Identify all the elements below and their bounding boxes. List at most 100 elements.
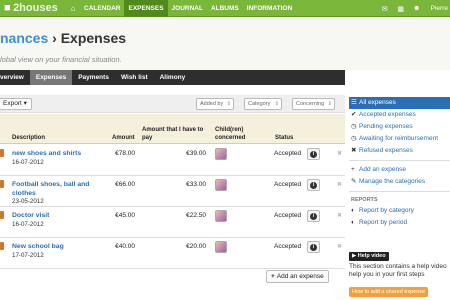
expense-share: €33.00: [186, 181, 206, 188]
row-marker-icon: [0, 242, 4, 250]
info-icon: i: [310, 181, 317, 189]
help-video-badge: ▶ Help video: [349, 252, 389, 261]
expense-amount: €78.00: [115, 150, 135, 157]
grid-icon[interactable]: ▦: [393, 5, 409, 13]
help-video-button[interactable]: How to add a shared expense: [349, 287, 429, 297]
status-text: Accepted: [274, 212, 302, 219]
expense-amount: €45.00: [115, 212, 135, 219]
child-avatar: [215, 148, 227, 160]
added-by-select[interactable]: Added by ⇕: [196, 98, 234, 110]
list-icon: ☰: [351, 99, 357, 106]
row-marker-icon: [0, 211, 4, 219]
sidebar-divider: [349, 191, 450, 192]
table-header: Description Amount Amount that I have to…: [0, 114, 345, 144]
expense-link[interactable]: new shoes and shirts: [12, 149, 107, 158]
breadcrumb-finances[interactable]: nances: [0, 30, 48, 46]
col-amount-to-pay: Amount that I have to pay: [142, 127, 204, 141]
expense-link[interactable]: Doctor visit: [12, 211, 107, 220]
clock-icon: ◷: [351, 135, 357, 142]
mail-icon[interactable]: ✉: [377, 5, 393, 13]
expense-date: 16-07-2012: [12, 221, 44, 228]
user-icon[interactable]: ☻: [409, 5, 425, 12]
sidebar-item-report-category[interactable]: ◐ Report by category: [349, 205, 450, 217]
table-row[interactable]: New school bag 17-07-2012 €40.00 €20.00 …: [0, 238, 345, 269]
tab-payments[interactable]: Payments: [72, 70, 115, 85]
tab-overview[interactable]: verview: [0, 70, 30, 85]
child-avatar: [215, 179, 227, 191]
delete-icon[interactable]: ✖: [337, 181, 342, 188]
row-marker-icon: [0, 149, 4, 157]
info-icon: i: [310, 212, 317, 220]
col-status: Status: [275, 135, 294, 141]
nav-information[interactable]: INFORMATION: [243, 0, 296, 17]
check-icon: ✔: [351, 111, 357, 118]
plus-icon: +: [351, 166, 355, 173]
sidebar-item-report-period[interactable]: ◐ Report by period: [349, 217, 450, 229]
col-children: Child(ren) concerned: [215, 127, 246, 141]
sidebar-item-pending[interactable]: ◷ Pending expenses: [349, 121, 450, 133]
nav-albums[interactable]: ALBUMS: [207, 0, 243, 17]
sidebar: ☰ All expenses ✔ Accepted expenses ◷ Pendin…: [349, 97, 450, 229]
sidebar-item-all-expenses[interactable]: ☰ All expenses: [349, 97, 450, 109]
sidebar-item-add-expense[interactable]: + Add an expense: [349, 164, 450, 176]
info-icon: i: [310, 243, 317, 251]
table-row[interactable]: Football shoes, ball and clothes 23-05-2…: [0, 176, 345, 207]
expense-link[interactable]: New school bag: [12, 242, 107, 251]
filter-bar: Export ▾ Added by ⇕ Category ⇕ Concerning ⇕: [0, 95, 345, 113]
tab-alimony[interactable]: Alimony: [154, 70, 192, 85]
delete-icon[interactable]: ✖: [337, 243, 342, 250]
tab-expenses[interactable]: Expenses: [29, 70, 73, 85]
chart-icon: ◐: [351, 207, 355, 214]
export-button[interactable]: Export ▾: [0, 98, 32, 110]
expense-share: €20.00: [186, 243, 206, 250]
sidebar-item-awaiting[interactable]: ◷ Awaiting for reimbursement: [349, 133, 450, 145]
status-text: Accepted: [274, 181, 302, 188]
info-button[interactable]: i: [307, 179, 320, 191]
page-header: nances › Expenses lobal view on your fin…: [0, 18, 450, 70]
delete-icon[interactable]: ✖: [337, 150, 342, 157]
main-nav: ⌂ CALENDAR EXPENSES JOURNAL ALBUMS INFOR…: [66, 0, 296, 17]
home-icon[interactable]: ⌂: [66, 0, 80, 17]
select-arrows-icon: ⇕: [226, 101, 231, 107]
col-description: Description: [12, 135, 46, 141]
expense-amount: €66.00: [115, 181, 135, 188]
child-avatar: [215, 210, 227, 222]
user-name[interactable]: Pierre: [431, 5, 450, 12]
sidebar-divider: [349, 160, 450, 161]
nav-journal[interactable]: JOURNAL: [168, 0, 207, 17]
status-text: Accepted: [274, 150, 302, 157]
title-text: Expenses: [60, 30, 127, 46]
status-text: Accepted: [274, 243, 302, 250]
expense-share: €22.50: [186, 212, 206, 219]
concerning-select[interactable]: Concerning ⇕: [292, 98, 335, 110]
video-icon: ▶: [352, 253, 357, 259]
sidebar-item-refused[interactable]: ✖ Refused expenses: [349, 145, 450, 157]
reports-heading: REPORTS: [351, 197, 378, 203]
nav-calendar[interactable]: CALENDAR: [80, 0, 124, 17]
clock-icon: ◷: [351, 123, 357, 130]
tab-wish-list[interactable]: Wish list: [115, 70, 154, 85]
select-arrows-icon: ⇕: [274, 101, 279, 107]
info-icon: i: [310, 150, 317, 158]
info-button[interactable]: i: [307, 210, 320, 222]
category-select[interactable]: Category ⇕: [244, 98, 282, 110]
add-expense-button[interactable]: + Add an expense: [266, 270, 329, 283]
app-logo[interactable]: ■ 2houses: [4, 2, 60, 14]
info-button[interactable]: i: [307, 148, 320, 160]
sidebar-item-manage-categories[interactable]: ✎ Manage the categories: [349, 176, 450, 188]
page-subtitle: lobal view on your financial situation.: [0, 55, 122, 64]
row-marker-icon: [0, 180, 4, 188]
nav-expenses[interactable]: EXPENSES: [124, 0, 168, 17]
expense-date: 16-07-2012: [12, 159, 44, 166]
table-row[interactable]: new shoes and shirts 16-07-2012 €78.00 €…: [0, 145, 345, 176]
info-button[interactable]: i: [307, 241, 320, 253]
edit-icon: ✎: [351, 178, 357, 185]
delete-icon[interactable]: ✖: [337, 212, 342, 219]
breadcrumb-separator: ›: [48, 30, 61, 46]
tab-bar: verview Expenses Payments Wish list Alim…: [0, 70, 345, 85]
help-text: This section contains a help video help …: [349, 263, 447, 278]
expense-link[interactable]: Football shoes, ball and clothes: [12, 180, 107, 198]
table-row[interactable]: Doctor visit 16-07-2012 €45.00 €22.50 Ac…: [0, 207, 345, 238]
expense-date: 17-07-2012: [12, 252, 44, 259]
sidebar-item-accepted[interactable]: ✔ Accepted expenses: [349, 109, 450, 121]
